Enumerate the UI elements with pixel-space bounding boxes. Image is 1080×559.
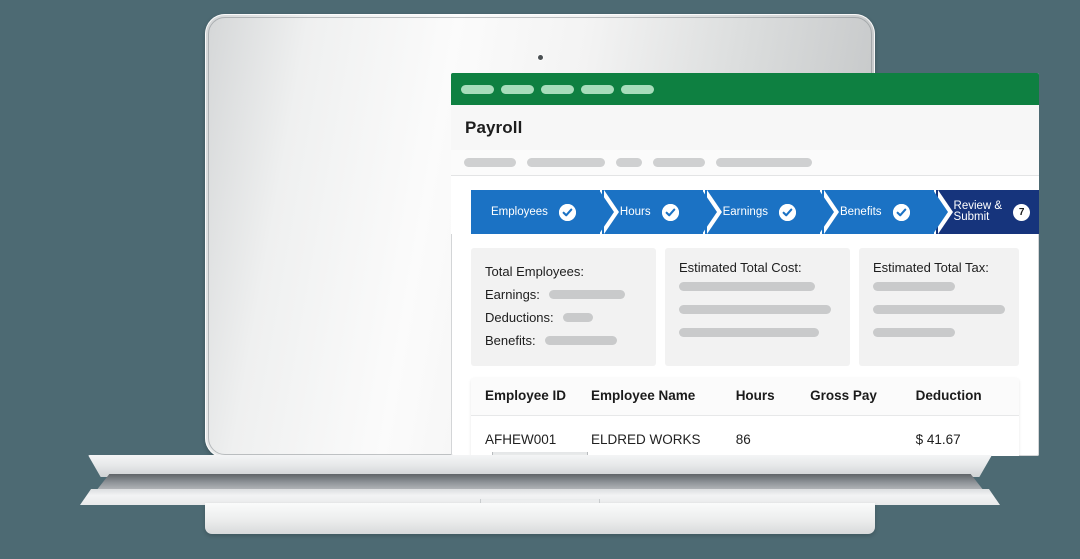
tax-placeholder-3 [873, 328, 955, 337]
check-icon [558, 203, 576, 221]
employee-table: Employee ID Employee Name Hours Gross Pa… [471, 378, 1019, 456]
deductions-value-placeholder [562, 313, 593, 322]
total-employees-label: Total Employees: [485, 264, 584, 279]
earnings-value-placeholder [548, 290, 625, 299]
column-header-employee-id[interactable]: Employee ID [471, 378, 591, 416]
column-header-gross-pay[interactable]: Gross Pay [810, 378, 916, 416]
page-title: Payroll [465, 117, 523, 137]
table-row[interactable]: AFHEW001 ELDRED WORKS 86 $ 41.67 [471, 415, 1019, 456]
employee-table-head: Employee ID Employee Name Hours Gross Pa… [471, 378, 1019, 416]
cell-deduction: $ 41.67 [915, 415, 1019, 456]
page-title-bar: Payroll [451, 105, 1039, 150]
laptop-device: Payroll Employees Hours Earnings Benefit… [0, 0, 1080, 559]
check-icon [892, 203, 910, 221]
employee-table-body: AFHEW001 ELDRED WORKS 86 $ 41.67 [471, 415, 1019, 456]
estimated-total-cost-placeholders [679, 282, 836, 337]
tax-placeholder-1 [873, 282, 955, 291]
laptop-screen-lid: Payroll Employees Hours Earnings Benefit… [205, 14, 1039, 458]
cell-gross-pay [810, 415, 916, 456]
topbar-nav-placeholder-2[interactable] [501, 84, 534, 94]
column-header-hours[interactable]: Hours [735, 378, 811, 416]
subnav-placeholder-1[interactable] [464, 158, 516, 167]
employee-table-card: Employee ID Employee Name Hours Gross Pa… [471, 378, 1019, 456]
subnav-placeholder-4[interactable] [653, 158, 705, 167]
step-hours-label: Hours [619, 206, 651, 218]
step-employees-label: Employees [491, 206, 548, 218]
step-earnings-label: Earnings [722, 206, 768, 218]
estimated-total-cost-label: Estimated Total Cost: [679, 260, 802, 275]
laptop-base-top [88, 455, 992, 477]
column-header-deduction[interactable]: Deduction [915, 378, 1019, 416]
card-row-total-employees: Total Employees: [485, 260, 642, 283]
card-total-employees: Total Employees: Earnings: Deductions: B… [471, 248, 656, 366]
estimated-total-tax-placeholders [873, 282, 1005, 337]
app-topbar [451, 73, 1039, 105]
cell-employee-id: AFHEW001 [471, 415, 591, 456]
progress-stepper: Employees Hours Earnings Benefits Review… [471, 190, 1039, 234]
step-benefits-label: Benefits [839, 206, 882, 218]
benefits-value-placeholder [544, 336, 617, 345]
card-row-deductions: Deductions: [485, 306, 642, 329]
cell-employee-name: ELDRED WORKS [590, 415, 736, 456]
earnings-label: Earnings: [485, 287, 540, 302]
benefits-label: Benefits: [485, 333, 536, 348]
step-review-label-line2: Submit [953, 211, 990, 223]
card-row-earnings: Earnings: [485, 283, 642, 306]
step-earnings[interactable]: Earnings [704, 190, 840, 234]
table-header-row: Employee ID Employee Name Hours Gross Pa… [471, 378, 1019, 416]
sub-navigation-bar [451, 150, 1039, 176]
subnav-placeholder-5[interactable] [716, 158, 812, 167]
topbar-nav-placeholder-5[interactable] [621, 84, 654, 94]
summary-cards: Total Employees: Earnings: Deductions: B… [451, 234, 1039, 366]
subnav-placeholder-2[interactable] [527, 158, 605, 167]
card-estimated-total-tax: Estimated Total Tax: [859, 248, 1019, 366]
deductions-label: Deductions: [485, 310, 554, 325]
cost-placeholder-3 [679, 328, 819, 337]
number-badge-icon: 7 [1013, 203, 1031, 221]
column-header-employee-name[interactable]: Employee Name [590, 378, 736, 416]
step-employees[interactable]: Employees [471, 190, 619, 234]
step-review-and-submit-label: Review & Submit [953, 200, 1003, 223]
cost-placeholder-2 [679, 305, 831, 314]
webcam-icon [537, 55, 543, 60]
cost-placeholder-1 [679, 282, 815, 291]
stepper-container: Employees Hours Earnings Benefits Review… [451, 176, 1039, 234]
card-row-benefits: Benefits: [485, 329, 642, 352]
laptop-base-shadow-gap [96, 474, 984, 491]
topbar-nav-placeholder-3[interactable] [541, 84, 574, 94]
check-icon [778, 203, 796, 221]
check-icon [661, 203, 679, 221]
topbar-nav-placeholder-4[interactable] [581, 84, 614, 94]
card-estimated-total-cost: Estimated Total Cost: [665, 248, 850, 366]
topbar-nav-placeholder-1[interactable] [461, 84, 494, 94]
subnav-placeholder-3[interactable] [616, 158, 642, 167]
employee-table-container: Employee ID Employee Name Hours Gross Pa… [451, 378, 1039, 456]
estimated-total-tax-label: Estimated Total Tax: [873, 260, 989, 275]
cell-hours: 86 [735, 415, 811, 456]
tax-placeholder-2 [873, 305, 1005, 314]
laptop-base-bottom [205, 503, 875, 534]
step-badge-count: 7 [1018, 206, 1025, 218]
screen-content: Payroll Employees Hours Earnings Benefit… [451, 73, 1039, 456]
